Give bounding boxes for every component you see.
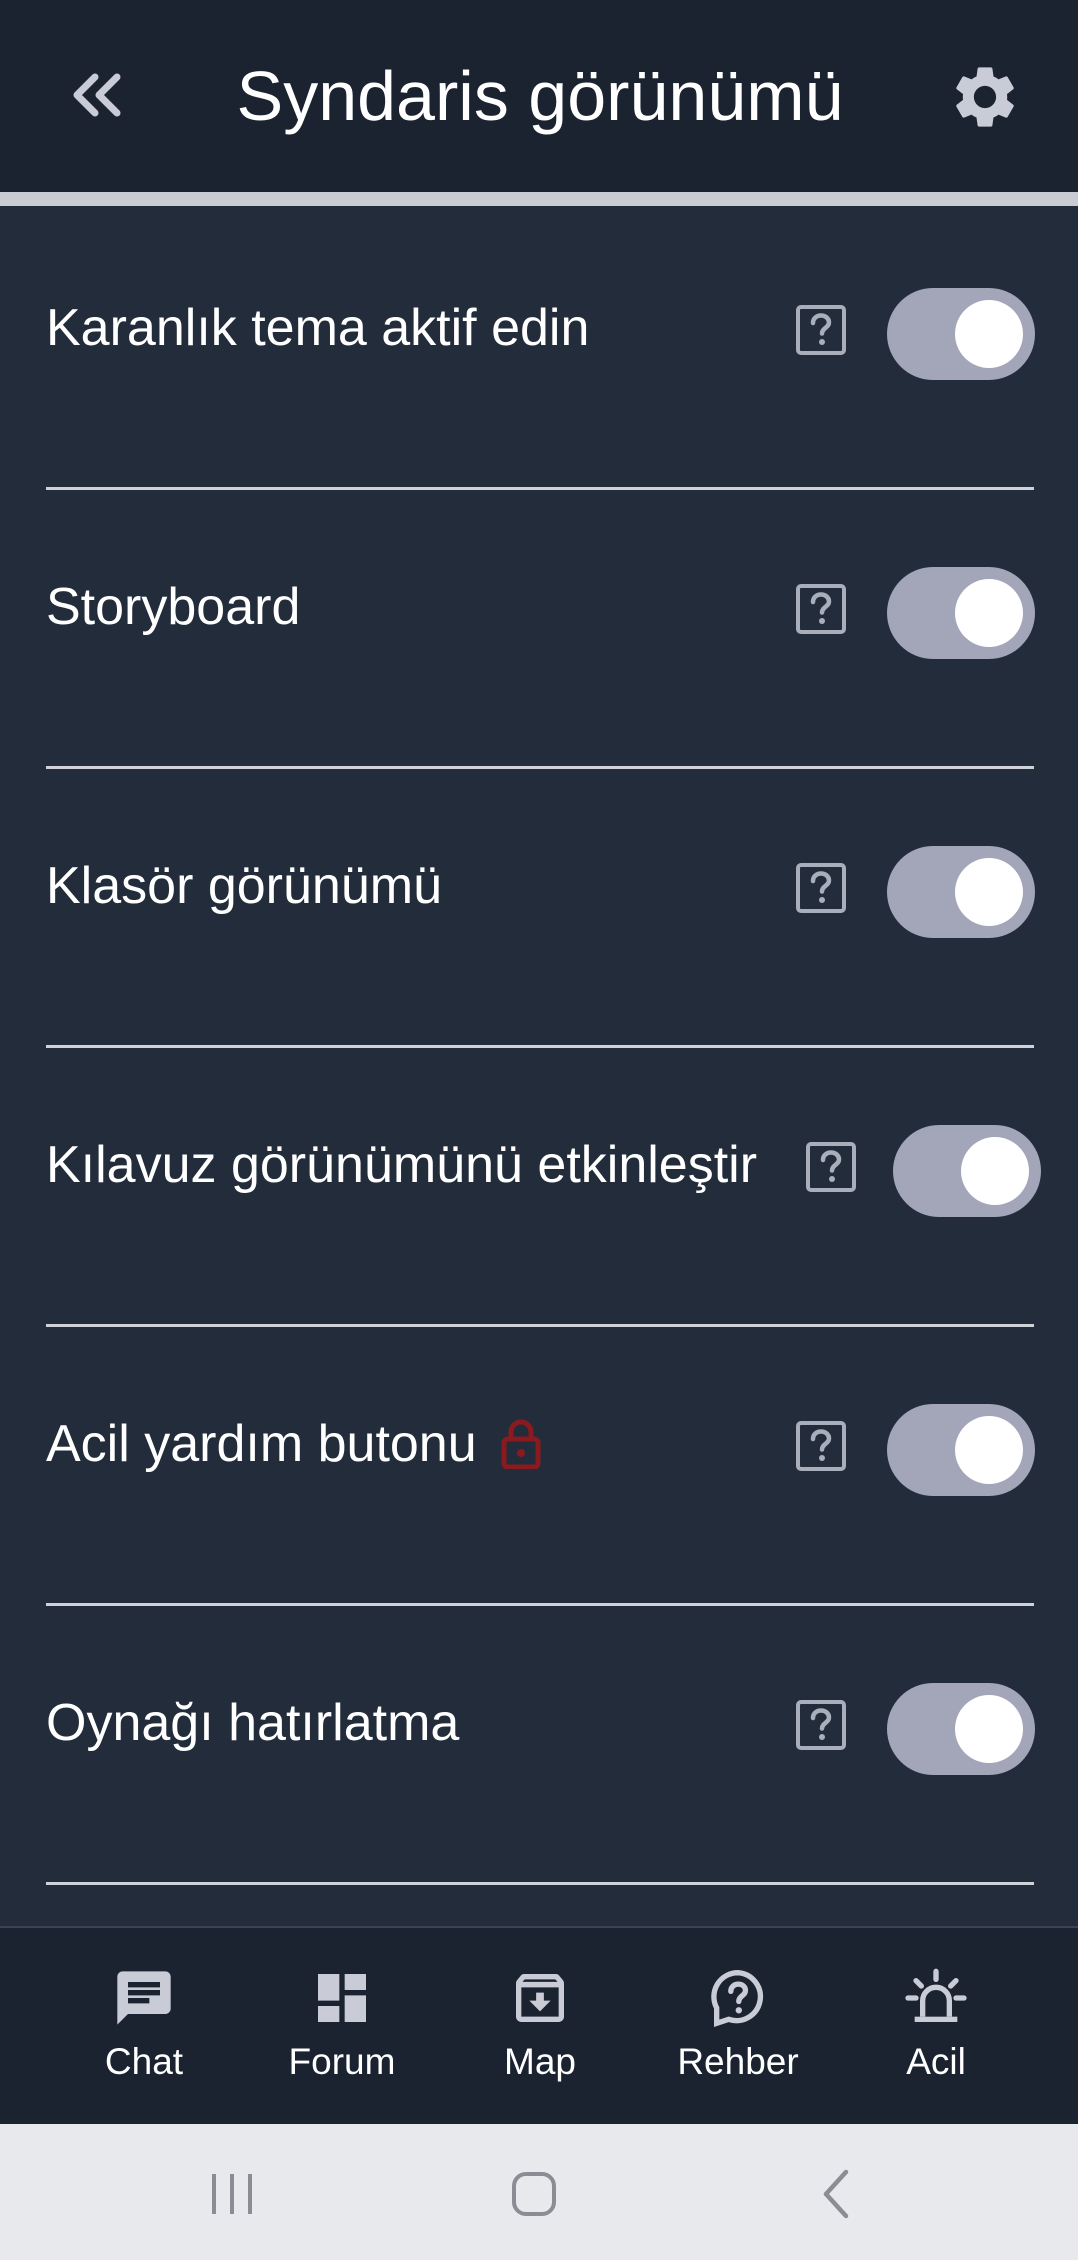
nav-item-map[interactable]: Map: [450, 1966, 630, 2096]
help-button[interactable]: [795, 304, 847, 356]
setting-label: Karanlık tema aktif edin: [46, 299, 590, 357]
bottom-nav: Chat Forum Map Rehber Acil: [0, 1928, 1078, 2124]
toggle-knob: [955, 1416, 1023, 1484]
setting-row-storyboard: Storyboard: [0, 485, 1078, 769]
recent-apps-icon: [212, 2174, 252, 2214]
help-bubble-icon: [706, 1966, 770, 2030]
system-back-button[interactable]: [804, 2162, 868, 2226]
question-box-icon: [796, 1700, 846, 1750]
setting-label: Acil yardım butonu: [46, 1404, 541, 1484]
siren-icon: [904, 1966, 968, 2030]
help-button[interactable]: [795, 1420, 847, 1472]
help-button[interactable]: [795, 583, 847, 635]
setting-row-dark-theme: Karanlık tema aktif edin: [0, 206, 1078, 490]
setting-row-emergency-button: Acil yardım butonu: [0, 1322, 1078, 1606]
toggle-knob: [961, 1137, 1029, 1205]
dark-theme-toggle[interactable]: [887, 288, 1035, 380]
guide-view-toggle[interactable]: [893, 1125, 1041, 1217]
chevron-left-icon: [823, 2169, 849, 2219]
setting-row-reminder: Oynağı hatırlatma: [0, 1601, 1078, 1885]
nav-label: Map: [504, 2041, 576, 2082]
home-button[interactable]: [502, 2162, 566, 2226]
nav-item-chat[interactable]: Chat: [54, 1966, 234, 2096]
setting-label: Oynağı hatırlatma: [46, 1694, 460, 1752]
help-button[interactable]: [805, 1141, 857, 1193]
recent-apps-button[interactable]: [200, 2162, 264, 2226]
toggle-knob: [955, 579, 1023, 647]
question-box-icon: [806, 1142, 856, 1192]
lock-icon: [501, 1419, 541, 1469]
help-button[interactable]: [795, 862, 847, 914]
nav-label: Acil: [906, 2041, 966, 2082]
emergency-button-toggle[interactable]: [887, 1404, 1035, 1496]
home-icon: [512, 2172, 556, 2216]
setting-label: Kılavuz görünümünü etkinleştir: [46, 1136, 758, 1194]
system-nav-bar: [0, 2124, 1078, 2260]
gear-icon: [956, 67, 1014, 127]
folder-view-toggle[interactable]: [887, 846, 1035, 938]
nav-item-forum[interactable]: Forum: [252, 1966, 432, 2096]
archive-download-icon: [508, 1966, 572, 2030]
nav-label: Forum: [288, 2041, 396, 2082]
page-title: Syndaris görünümü: [236, 57, 844, 135]
header-divider: [0, 192, 1078, 206]
setting-label: Klasör görünümü: [46, 857, 442, 915]
question-box-icon: [796, 863, 846, 913]
toggle-knob: [955, 300, 1023, 368]
settings-button[interactable]: [940, 52, 1030, 142]
double-chevron-left-icon: [73, 73, 121, 117]
nav-item-rehber[interactable]: Rehber: [648, 1966, 828, 2096]
help-button[interactable]: [795, 1699, 847, 1751]
nav-label: Chat: [104, 2041, 184, 2082]
back-button[interactable]: [58, 56, 136, 134]
chat-icon: [112, 1966, 176, 2030]
storyboard-toggle[interactable]: [887, 567, 1035, 659]
question-box-icon: [796, 305, 846, 355]
toggle-knob: [955, 1695, 1023, 1763]
app-header: Syndaris görünümü: [0, 0, 1078, 192]
setting-row-folder-view: Klasör görünümü: [0, 764, 1078, 1048]
dashboard-icon: [310, 1966, 374, 2030]
settings-list: Karanlık tema aktif edin Storyboard Klas…: [0, 206, 1078, 1928]
row-divider: [46, 1882, 1034, 1885]
nav-label: Rehber: [677, 2041, 799, 2082]
question-box-icon: [796, 584, 846, 634]
toggle-knob: [955, 858, 1023, 926]
setting-label: Storyboard: [46, 578, 301, 636]
nav-item-acil[interactable]: Acil: [846, 1966, 1026, 2096]
reminder-toggle[interactable]: [887, 1683, 1035, 1775]
question-box-icon: [796, 1421, 846, 1471]
setting-row-guide-view: Kılavuz görünümünü etkinleştir: [0, 1043, 1078, 1327]
